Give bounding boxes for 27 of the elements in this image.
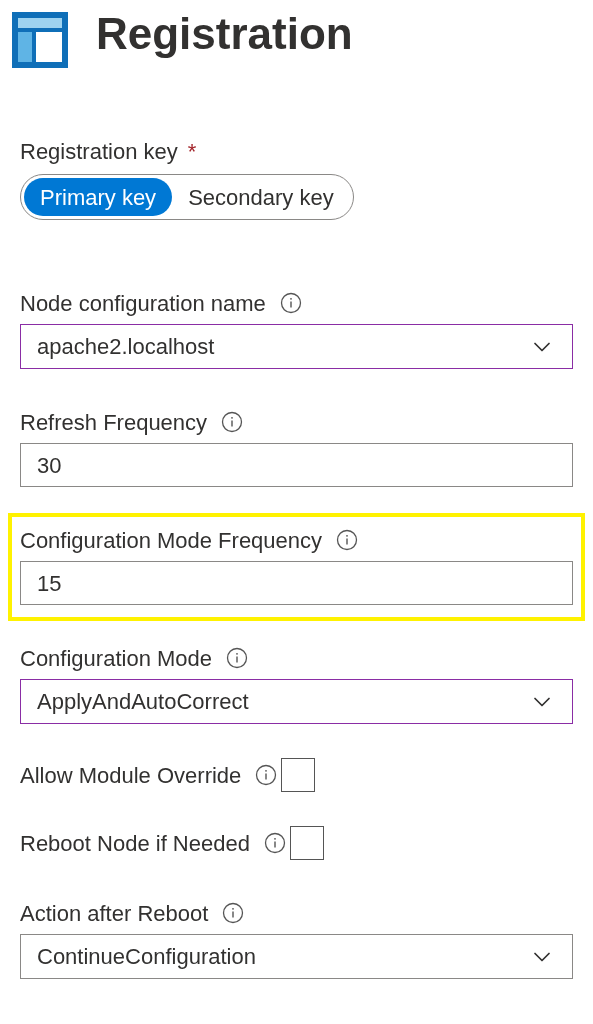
dropdown[interactable]: ApplyAndAutoCorrect — [20, 679, 573, 724]
field-label: Reboot Node if Needed — [20, 829, 250, 858]
info-icon — [336, 529, 359, 551]
field-label: Configuration Mode — [20, 644, 212, 673]
info-icon — [263, 832, 286, 854]
field-label: Action after Reboot — [20, 899, 209, 928]
input-field[interactable]: 30 — [20, 443, 573, 487]
input-field[interactable]: 15 — [20, 561, 573, 605]
checkbox[interactable] — [289, 826, 324, 860]
info-icon — [279, 292, 302, 314]
checkbox[interactable] — [281, 758, 316, 792]
dropdown[interactable]: apache2.localhost — [20, 324, 573, 369]
info-icon — [222, 902, 245, 924]
table-icon — [10, 10, 70, 70]
field-label: Refresh Frequency — [20, 408, 208, 437]
required-mark: * — [187, 137, 197, 166]
info-icon — [226, 647, 248, 669]
field-label: Allow Module Override — [20, 761, 242, 790]
toggle-option[interactable]: Primary key — [24, 178, 173, 216]
info-icon — [221, 411, 244, 433]
field-label: Configuration Mode Frequency — [20, 526, 323, 555]
info-icon — [255, 764, 278, 786]
field-label: Registration key — [20, 137, 178, 166]
field-label: Node configuration name — [20, 289, 266, 318]
page-title: Registration — [96, 8, 353, 60]
dropdown[interactable]: ContinueConfiguration — [20, 934, 573, 979]
toggle-option[interactable]: Secondary key — [172, 178, 350, 216]
